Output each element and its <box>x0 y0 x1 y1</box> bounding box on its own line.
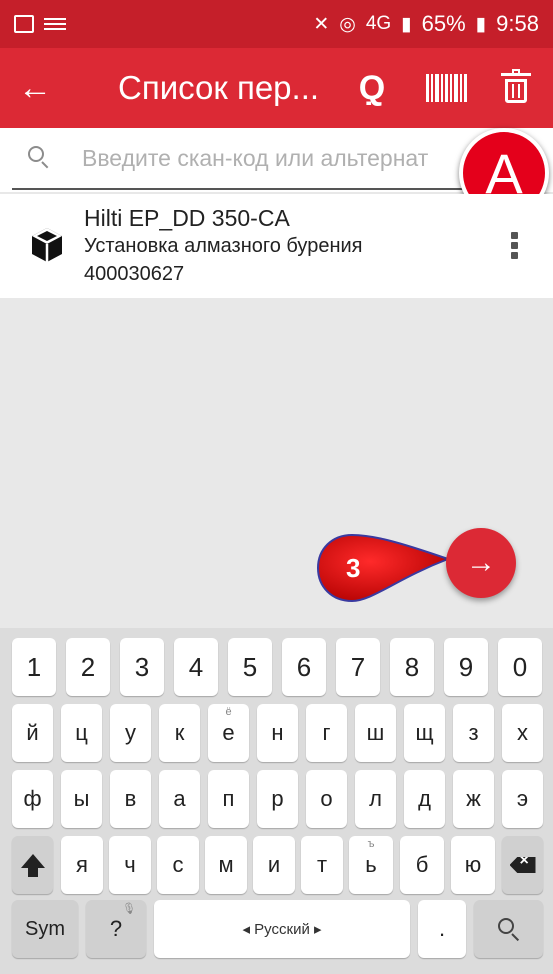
key-letter[interactable]: о <box>306 770 347 828</box>
app-bar: ← Список пер... Q̣ <box>0 48 553 128</box>
key-letter[interactable]: я <box>61 836 103 894</box>
key-label: ь <box>365 852 377 877</box>
network-type-label: 4G <box>365 13 392 34</box>
trash-icon[interactable] <box>488 60 544 116</box>
keyboard: 1 2 3 4 5 6 7 8 9 0 й ц у к ё е н г ш щ … <box>0 628 553 974</box>
key-4[interactable]: 4 <box>174 638 218 696</box>
arrow-right-icon: → <box>466 546 496 579</box>
key-hint: ё <box>225 706 232 718</box>
signal-icon: ▮ <box>401 13 412 35</box>
key-letter[interactable]: х <box>502 704 543 762</box>
mic-icon: 🎙 <box>122 903 136 915</box>
key-7[interactable]: 7 <box>336 638 380 696</box>
key-letter[interactable]: л <box>355 770 396 828</box>
key-letter[interactable]: б <box>400 836 444 894</box>
key-letter[interactable]: ю <box>451 836 495 894</box>
item-name: Hilti EP_DD 350-CA <box>84 205 290 231</box>
image-notification-icon <box>14 15 34 33</box>
backspace-icon <box>509 857 536 873</box>
key-letter[interactable]: р <box>257 770 298 828</box>
list-item[interactable]: Hilti EP_DD 350-CA Установка алмазного б… <box>0 194 553 298</box>
key-8[interactable]: 8 <box>390 638 434 696</box>
key-letter-soft-sign[interactable]: ъ ь <box>349 836 393 894</box>
key-letter[interactable]: ы <box>61 770 102 828</box>
item-description: Установка алмазного бурения <box>84 235 363 257</box>
key-3[interactable]: 3 <box>120 638 164 696</box>
key-letter[interactable]: и <box>253 836 295 894</box>
space-key[interactable]: ◂ Русский ▸ <box>154 900 410 958</box>
shift-key[interactable] <box>12 836 53 894</box>
key-letter[interactable]: т <box>301 836 343 894</box>
key-letter[interactable]: н <box>257 704 298 762</box>
clock-time: 9:58 <box>496 11 539 36</box>
back-arrow-icon[interactable]: ← <box>0 69 70 108</box>
zoom-add-icon[interactable]: Q̣ <box>344 60 400 116</box>
key-letter[interactable]: з <box>453 704 494 762</box>
key-letter[interactable]: д <box>404 770 445 828</box>
page-title: Список пер... <box>118 69 320 106</box>
battery-icon: ▮ <box>475 13 487 35</box>
marker-3-label: 3 <box>346 553 360 583</box>
search-input[interactable] <box>82 138 470 178</box>
alarm-icon: ◎ <box>339 13 356 35</box>
key-letter[interactable]: ч <box>109 836 151 894</box>
list-notification-icon <box>44 18 66 30</box>
key-hint: ъ <box>367 838 375 850</box>
mute-icon: ✕ <box>313 13 330 35</box>
key-letter[interactable]: й <box>12 704 53 762</box>
backspace-key[interactable] <box>502 836 543 894</box>
key-letter[interactable]: щ <box>404 704 445 762</box>
annotation-marker-3: 3 <box>316 533 451 603</box>
next-button[interactable]: → <box>446 528 516 598</box>
more-options-icon[interactable] <box>508 232 520 262</box>
barcode-icon[interactable] <box>418 60 474 116</box>
key-letter[interactable]: с <box>157 836 199 894</box>
key-9[interactable]: 9 <box>444 638 488 696</box>
key-letter[interactable]: г <box>306 704 347 762</box>
search-icon <box>28 146 50 169</box>
key-6[interactable]: 6 <box>282 638 326 696</box>
key-letter[interactable]: ф <box>12 770 53 828</box>
status-bar: ✕ ◎ 4G ▮ 65% ▮ 9:58 <box>0 0 553 48</box>
key-label: ? <box>109 916 123 941</box>
key-label: е <box>222 720 235 745</box>
space-label: ◂ Русский ▸ <box>242 921 322 938</box>
search-icon <box>497 918 520 942</box>
period-key[interactable]: . <box>418 900 466 958</box>
key-letter[interactable]: э <box>502 770 543 828</box>
key-letter-e[interactable]: ё е <box>208 704 249 762</box>
question-key[interactable]: ? 🎙 <box>86 900 146 958</box>
key-letter[interactable]: а <box>159 770 200 828</box>
key-2[interactable]: 2 <box>66 638 110 696</box>
key-letter[interactable]: п <box>208 770 249 828</box>
sym-key[interactable]: Sym <box>12 900 78 958</box>
keyboard-search-key[interactable] <box>474 900 543 958</box>
key-letter[interactable]: к <box>159 704 200 762</box>
shift-arrow-icon <box>20 854 45 877</box>
key-letter[interactable]: ц <box>61 704 102 762</box>
battery-percent: 65% <box>421 11 466 36</box>
key-letter[interactable]: ш <box>355 704 396 762</box>
key-1[interactable]: 1 <box>12 638 56 696</box>
key-letter[interactable]: м <box>205 836 247 894</box>
key-letter[interactable]: ж <box>453 770 494 828</box>
item-number: 400030627 <box>84 263 185 285</box>
key-0[interactable]: 0 <box>498 638 542 696</box>
key-letter[interactable]: в <box>110 770 151 828</box>
box-icon <box>32 228 62 262</box>
key-5[interactable]: 5 <box>228 638 272 696</box>
search-underline <box>12 188 472 190</box>
key-letter[interactable]: у <box>110 704 151 762</box>
